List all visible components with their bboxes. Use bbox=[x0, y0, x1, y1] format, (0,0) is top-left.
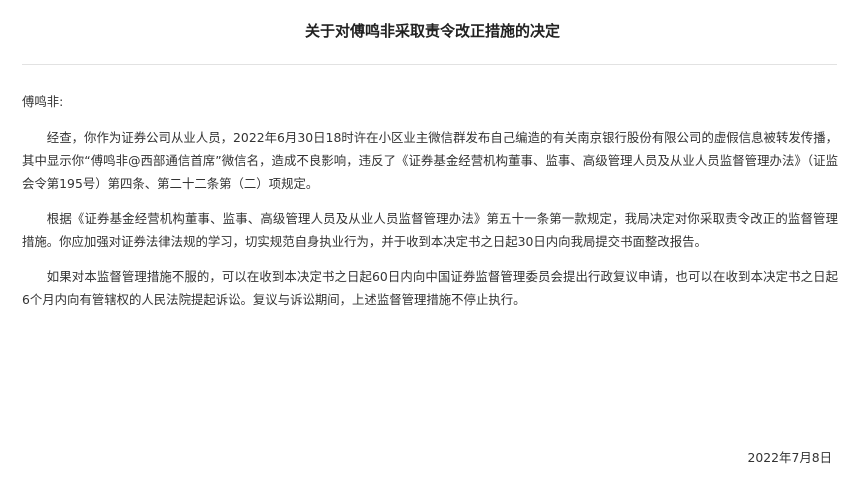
document-date: 2022年7月8日 bbox=[747, 450, 832, 465]
paragraph-decision: 根据《证券基金经营机构董事、监事、高级管理人员及从业人员监督管理办法》第五十一条… bbox=[22, 211, 838, 249]
document-title: 关于对傅鸣非采取责令改正措施的决定 bbox=[304, 22, 560, 40]
salutation: 傅鸣非: bbox=[22, 94, 64, 109]
document-page: 关于对傅鸣非采取责令改正措施的决定 傅鸣非: 经查，你作为证券公司从业人员，20… bbox=[0, 0, 865, 485]
paragraph-appeal-rights: 如果对本监督管理措施不服的，可以在收到本决定书之日起60日内向中国证券监督管理委… bbox=[22, 269, 838, 307]
document-body: 傅鸣非: 经查，你作为证券公司从业人员，2022年6月30日18时许在小区业主微… bbox=[22, 90, 838, 323]
paragraph-findings: 经查，你作为证券公司从业人员，2022年6月30日18时许在小区业主微信群发布自… bbox=[22, 130, 838, 191]
title-divider bbox=[22, 64, 837, 65]
